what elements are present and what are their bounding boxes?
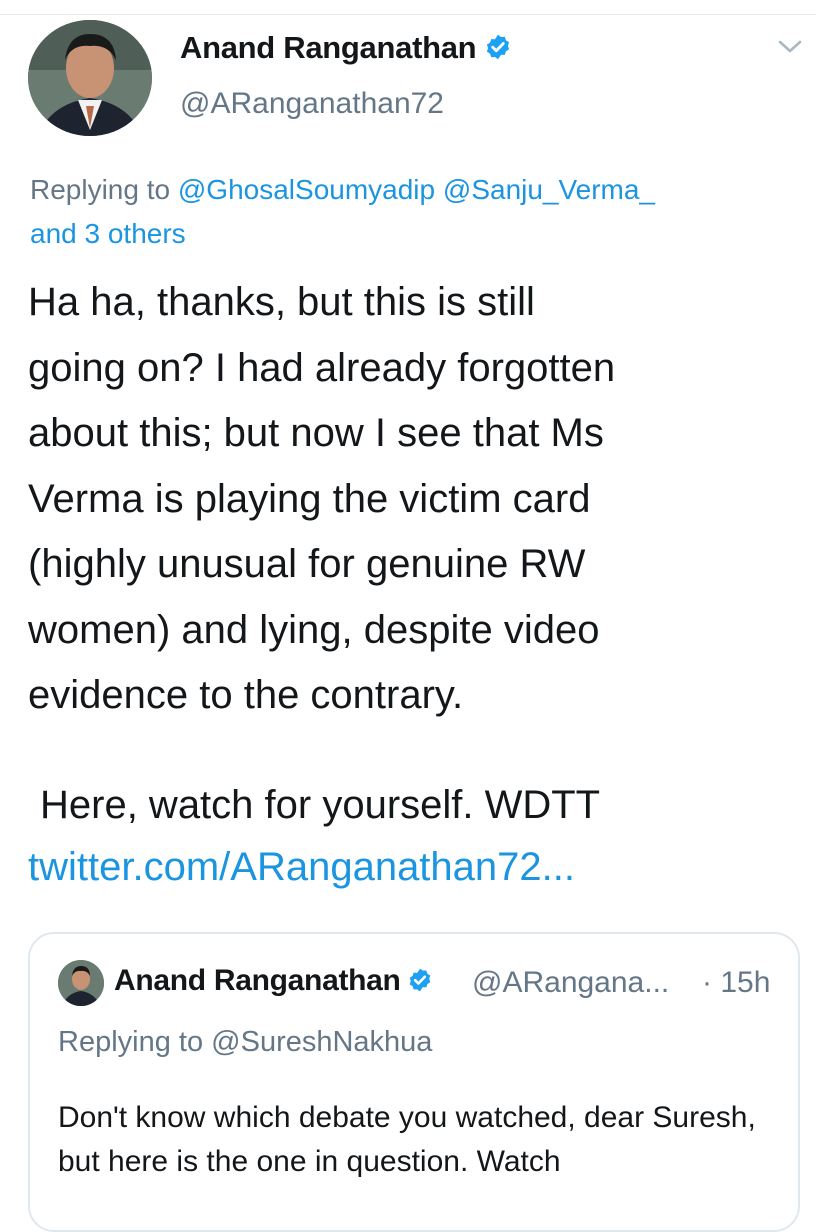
verified-badge-icon [484,33,512,69]
quoted-author-handle: @ARangana... [472,966,670,999]
author-name-text: Anand Ranganathan [180,30,477,65]
quoted-author-avatar [58,960,104,1006]
tweet-link[interactable]: twitter.com/ARanganathan72... [28,836,575,898]
chevron-down-icon[interactable] [776,32,804,60]
quoted-tweet-card[interactable]: Anand Ranganathan @ARangana... · 15h Rep… [28,932,800,1232]
tweet-body: Ha ha, thanks, but this is still going o… [28,280,616,717]
quoted-reply-mention: @SureshNakhua [211,1026,433,1058]
author-handle[interactable]: @ARanganathan72 [180,87,444,121]
author-name[interactable]: Anand Ranganathan [180,30,512,69]
quoted-tweet-body: Don't know which debate you watched, dea… [58,1101,756,1178]
avatar-photo [28,20,152,136]
mention-link[interactable]: @GhosalSoumyadip [178,174,435,205]
mention-link[interactable]: @Sanju_Verma_ [443,174,655,205]
quoted-reply-context: Replying to @SureshNakhua [58,1026,432,1059]
quoted-avatar-photo [58,960,104,1006]
verified-badge-icon [407,967,433,1001]
others-link[interactable]: and 3 others [30,218,186,249]
top-divider [0,0,816,15]
quoted-author-name: Anand Ranganathan [114,964,433,1001]
quoted-timestamp: · 15h [702,966,771,999]
quoted-reply-prefix: Replying to [58,1026,204,1058]
tweet-watch-line: Here, watch for yourself. WDTT [40,783,601,827]
quoted-author-name-text: Anand Ranganathan [114,964,401,997]
reply-context: Replying to @GhosalSoumyadip @Sanju_Verm… [30,168,790,256]
author-avatar[interactable] [28,20,152,136]
reply-prefix: Replying to [30,174,171,205]
